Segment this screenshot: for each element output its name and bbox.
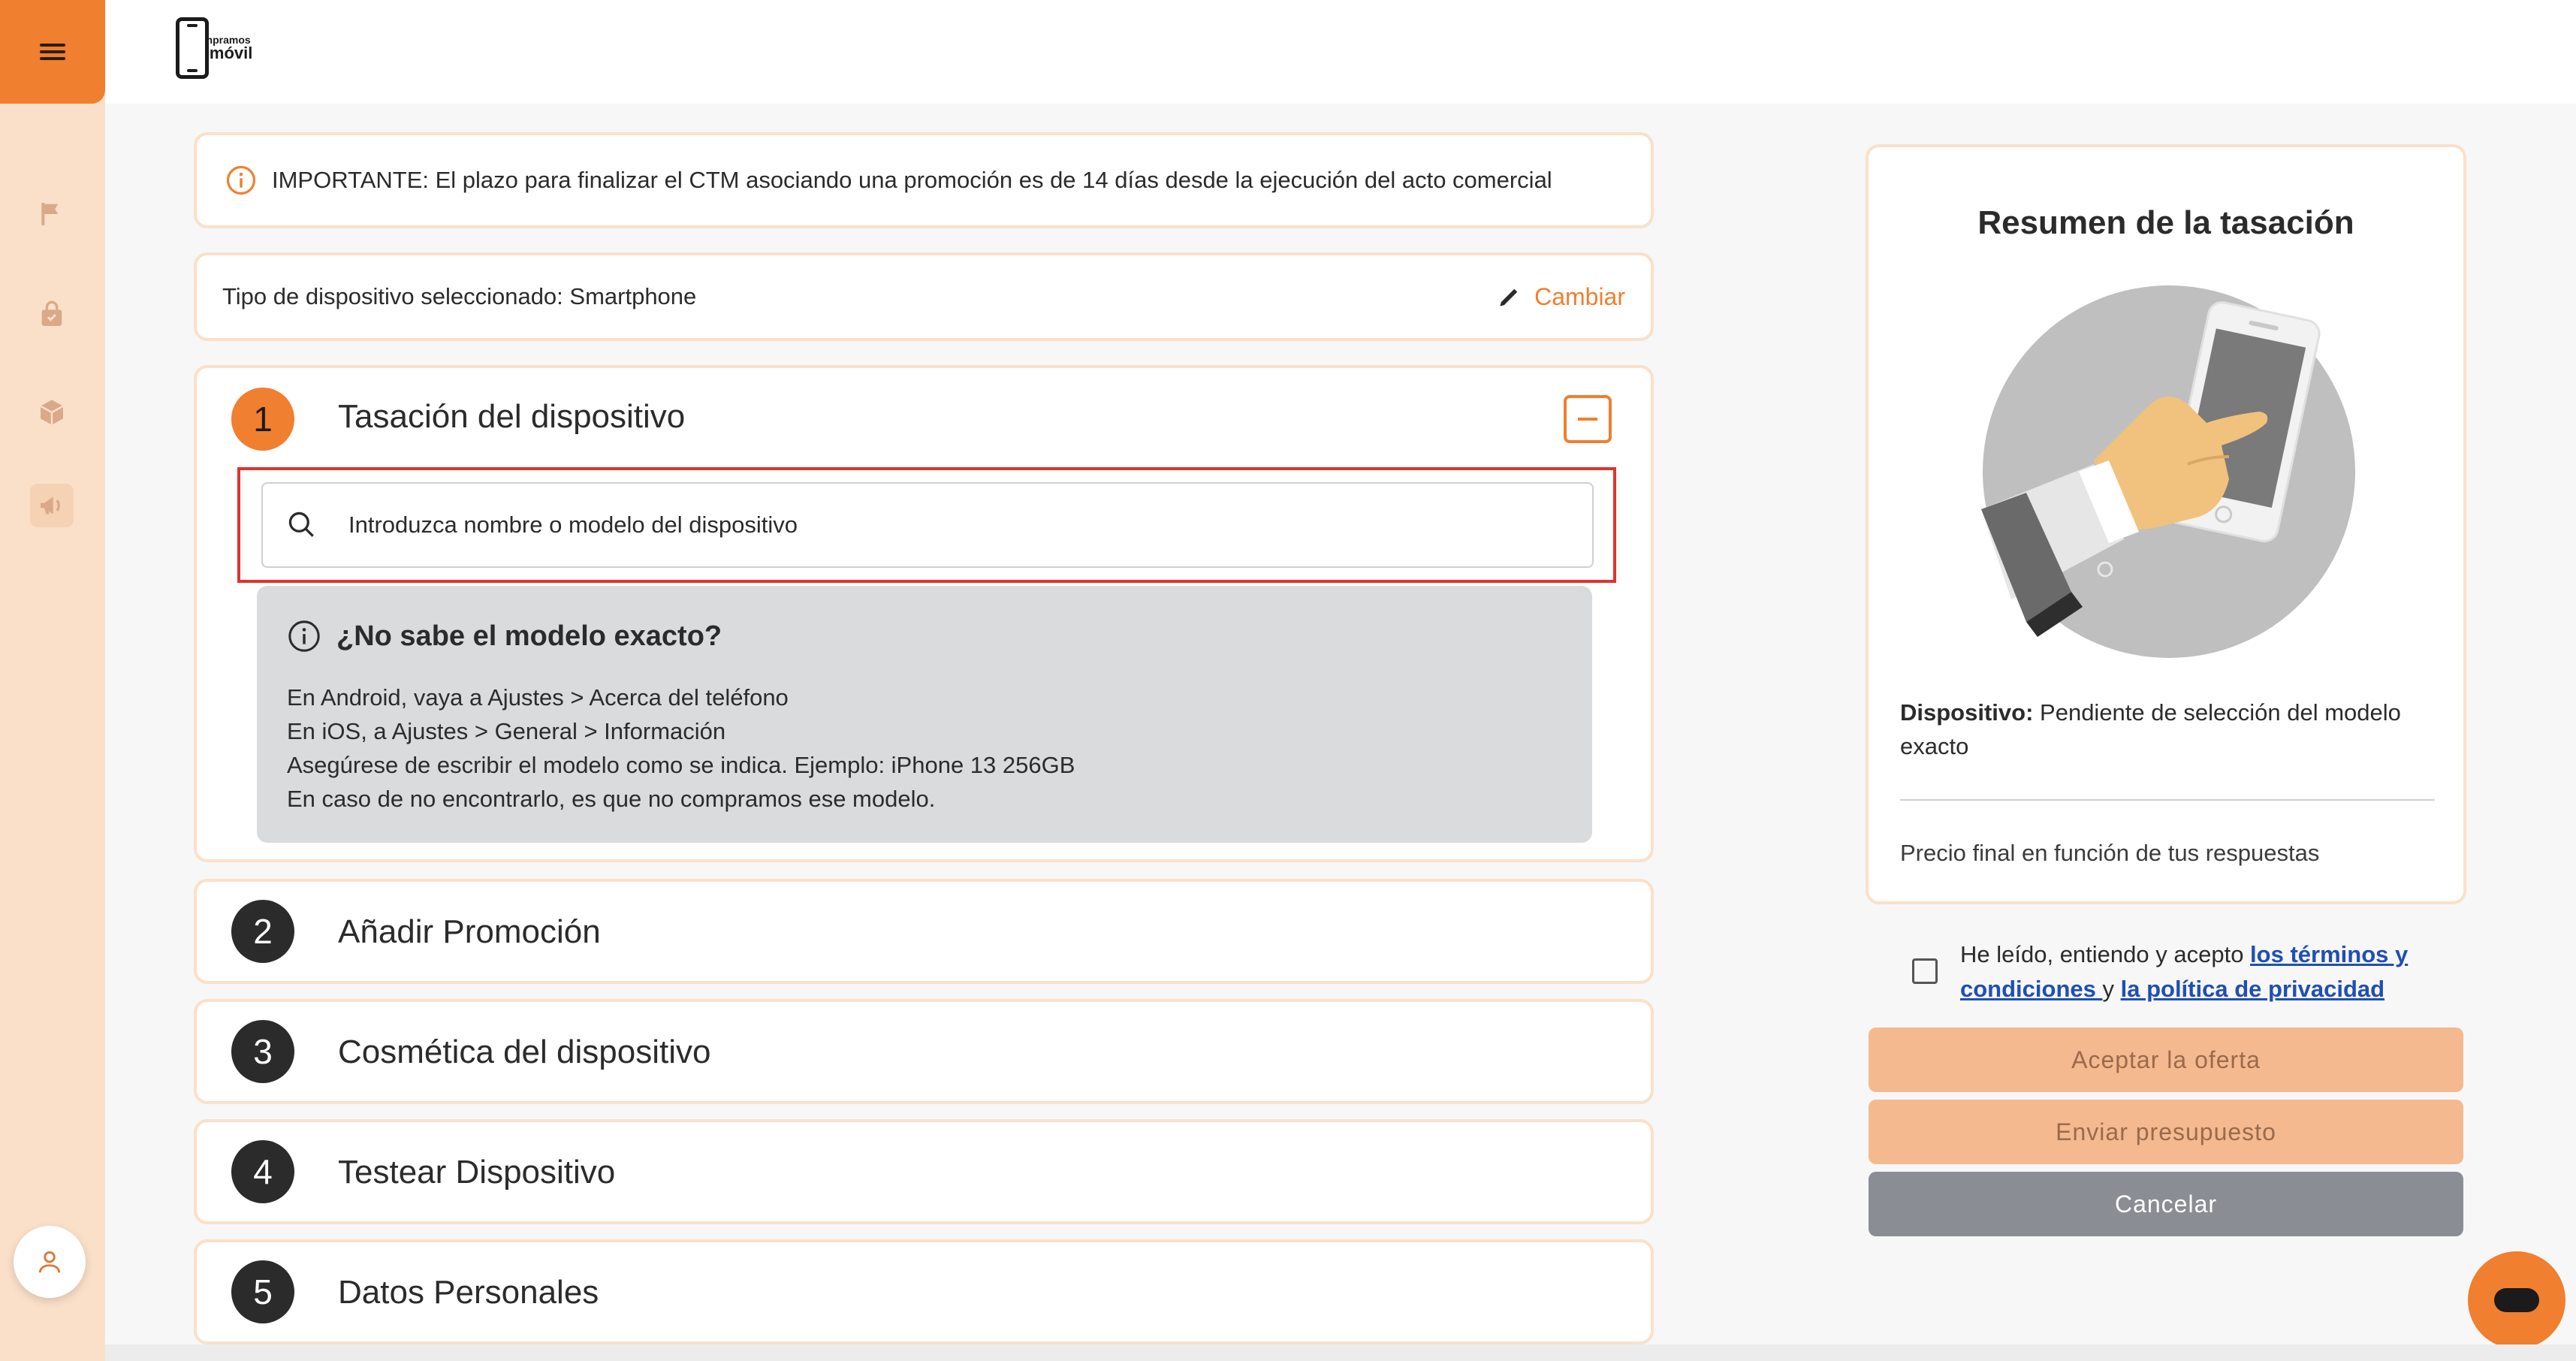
change-label: Cambiar [1534,282,1625,310]
user-icon [38,1251,61,1273]
minus-icon [1578,418,1597,421]
step-1-number: 1 [231,388,294,451]
step-4-test-device[interactable]: 4 Testear Dispositivo [194,1119,1654,1224]
info-icon [288,620,320,652]
pencil-icon [1500,288,1518,306]
cancel-button[interactable]: Cancelar [1869,1172,2463,1236]
search-highlight-frame [237,467,1616,583]
privacy-link[interactable]: la política de privacidad [2121,976,2384,1002]
step-2-add-promotion[interactable]: 2 Añadir Promoción [194,879,1654,984]
terms-text: He leído, entiendo y acepto [1960,941,2251,967]
sidebar-item-bag[interactable] [30,293,74,336]
step-5-title: Datos Personales [338,1274,599,1311]
help-line: En Android, vaya a Ajustes > Acerca del … [287,684,789,711]
terms-acceptance: He leído, entiendo y acepto los términos… [1912,937,2438,1006]
bottom-scroll-strip [105,1344,2576,1361]
logo-phone-icon [176,17,209,79]
device-type-text: Tipo de dispositivo seleccionado: Smartp… [222,283,697,309]
change-device-type-link[interactable]: Cambiar [1495,282,1625,311]
step-3-number: 3 [231,1020,294,1083]
sidebar-item-promotions[interactable] [30,484,74,527]
terms-checkbox[interactable] [1912,958,1938,984]
step-4-title: Testear Dispositivo [338,1154,616,1190]
hamburger-icon [40,44,65,60]
help-line: En caso de no encontrarlo, es que no com… [287,786,936,812]
step-3-device-cosmetics[interactable]: 3 Cosmética del dispositivo [194,999,1654,1104]
step-1-device-valuation: 1 Tasación del dispositivo ¿No sabe el m… [194,365,1654,862]
step-3-title: Cosmética del dispositivo [338,1034,711,1070]
step-5-number: 5 [231,1260,294,1323]
user-profile-button[interactable] [14,1226,86,1298]
device-search-input[interactable] [347,511,1477,539]
price-note: Precio final en función de tus respuesta… [1900,840,2320,866]
step-2-number: 2 [231,900,294,963]
device-type-card: Tipo de dispositivo seleccionado: Smartp… [194,252,1654,341]
step-1-title: Tasación del dispositivo [338,398,686,435]
hand-holding-phone-illustration [1981,285,2355,658]
sidebar-item-flag[interactable] [30,192,74,236]
step-4-number: 4 [231,1140,294,1203]
step-5-personal-data[interactable]: 5 Datos Personales [194,1239,1654,1344]
sidebar-item-box[interactable] [30,391,74,434]
summary-divider [1900,799,2435,801]
accept-offer-button[interactable]: Aceptar la oferta [1869,1028,2463,1092]
help-line: Asegúrese de escribir el modelo como se … [287,752,1075,778]
collapse-step-button[interactable] [1564,395,1612,443]
help-line: En iOS, a Ajustes > General > Informació… [287,718,726,744]
flag-icon [41,203,59,225]
help-title: ¿No sabe el modelo exacto? [336,620,722,652]
valuation-summary: Resumen de la tasación Dispositivo: Pend… [1866,144,2466,904]
chat-button[interactable] [2468,1251,2565,1349]
device-label: Dispositivo: [1900,699,2034,726]
step-2-title: Añadir Promoción [338,913,601,950]
sidebar [0,0,105,1361]
shopping-bag-icon [41,300,62,326]
send-budget-button[interactable]: Enviar presupuesto [1869,1100,2463,1164]
important-notice: IMPORTANTE: El plazo para finalizar el C… [194,132,1654,228]
notice-text: IMPORTANTE: El plazo para finalizar el C… [272,167,1552,193]
summary-title: Resumen de la tasación [1977,204,2354,241]
info-icon [226,165,256,195]
chat-icon [2494,1288,2539,1312]
device-search-box[interactable] [261,482,1594,568]
top-header [105,0,2576,104]
terms-text-mid: y [2102,976,2121,1002]
box-icon [40,400,64,425]
megaphone-icon [41,496,60,515]
menu-button[interactable] [0,0,105,104]
summary-device: Dispositivo: Pendiente de selección del … [1900,696,2441,763]
logo[interactable]: Compramos tu móvil [176,17,273,80]
search-icon [288,512,314,537]
model-help-box: ¿No sabe el modelo exacto? En Android, v… [257,586,1592,843]
